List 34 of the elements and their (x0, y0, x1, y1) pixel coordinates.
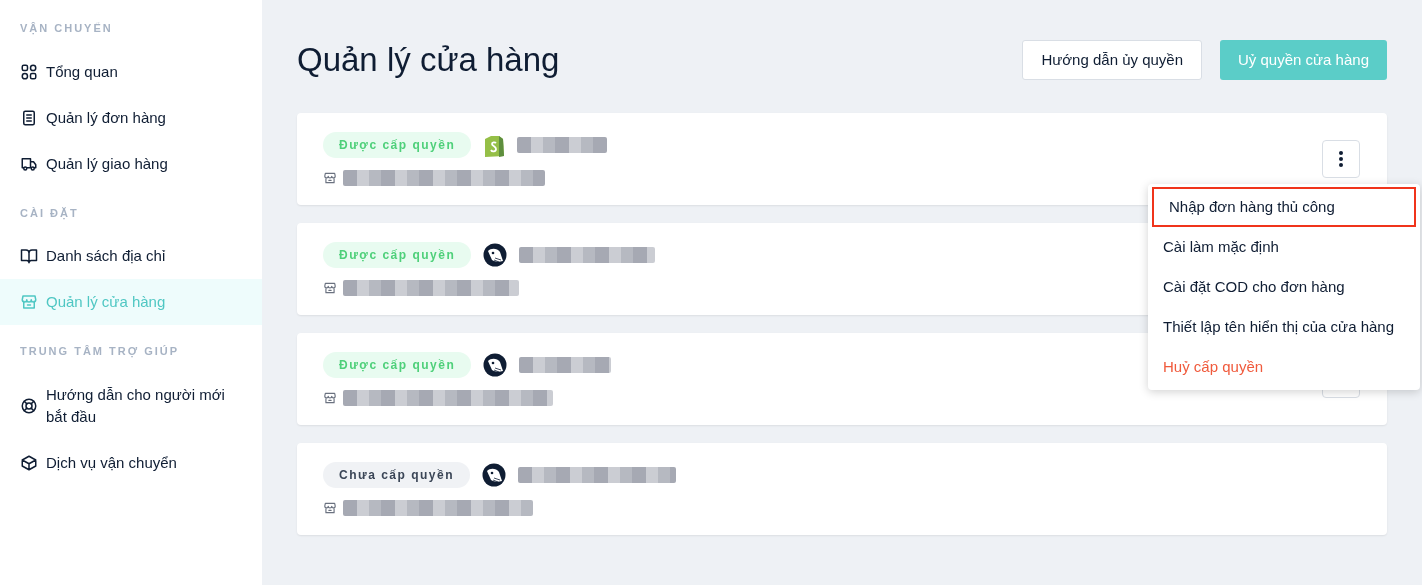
status-badge: Được cấp quyền (323, 241, 472, 268)
status-badge: Chưa cấp quyền (323, 461, 471, 488)
bird-logo (482, 462, 507, 487)
store-icon (20, 293, 38, 311)
menu-item[interactable]: Nhập đơn hàng thủ công (1152, 187, 1416, 227)
more-icon (1338, 149, 1344, 168)
grid-icon (20, 62, 38, 81)
page-title: Quản lý cửa hàng (297, 40, 560, 80)
store-icon (323, 500, 337, 515)
header-button[interactable]: Hướng dẫn ủy quyền (1022, 39, 1203, 80)
store-icon (323, 390, 337, 405)
sidebar-item[interactable]: Dịch vụ vận chuyển (0, 439, 262, 486)
section-heading: TRUNG TÂM TRỢ GIÚP (19, 344, 181, 360)
sidebar-item[interactable]: Quản lý đơn hàng (0, 94, 262, 141)
menu-item[interactable]: Cài làm mặc định (1148, 227, 1420, 267)
bird-logo (483, 242, 508, 267)
sidebar-item[interactable]: Danh sách địa chỉ (0, 233, 262, 279)
store-icon (323, 280, 337, 295)
more-button[interactable] (1322, 139, 1360, 178)
menu-item[interactable]: Thiết lập tên hiển thị của cửa hàng (1148, 307, 1420, 347)
clipboard-icon (20, 108, 38, 127)
store-icon (323, 170, 337, 185)
sidebar-item[interactable]: Hướng dẫn cho người mới bắt đầu (0, 371, 262, 440)
status-badge: Được cấp quyền (323, 131, 472, 158)
sidebar-item[interactable]: Quản lý giao hàng (0, 140, 262, 187)
bird-logo (483, 352, 508, 377)
status-badge: Được cấp quyền (323, 351, 472, 378)
box-icon (20, 453, 38, 472)
lifebuoy-icon (20, 396, 38, 415)
sidebar-item[interactable]: Tổng quan (0, 48, 262, 95)
section-heading: CÀI ĐẶT (19, 205, 80, 221)
menu-item[interactable]: Cài đặt COD cho đơn hàng (1148, 267, 1420, 307)
book-icon (20, 247, 38, 265)
section-heading: VẬN CHUYỂN (19, 21, 114, 37)
